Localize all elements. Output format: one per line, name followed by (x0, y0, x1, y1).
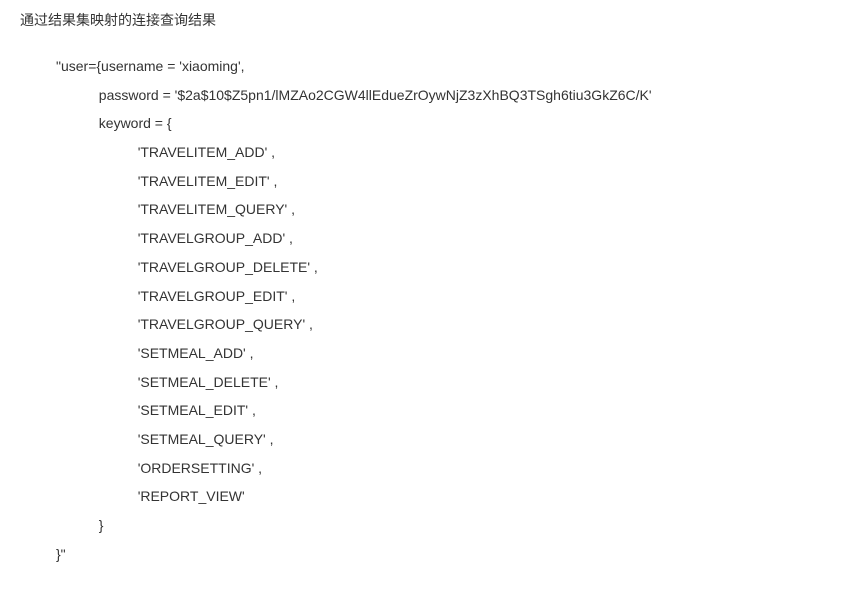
code-keyword-item: 'REPORT_VIEW' (56, 488, 245, 504)
code-line-user-close: }" (56, 546, 66, 562)
code-keyword-item: 'TRAVELGROUP_ADD' , (56, 230, 293, 246)
code-keyword-item: 'SETMEAL_QUERY' , (56, 431, 273, 447)
code-keyword-item: 'TRAVELGROUP_DELETE' , (56, 259, 318, 275)
code-keyword-item: 'TRAVELITEM_EDIT' , (56, 173, 277, 189)
code-keyword-item: 'TRAVELITEM_QUERY' , (56, 201, 295, 217)
keyword-value: 'ORDERSETTING' , (138, 460, 262, 476)
code-line-keyword-close: } (56, 517, 103, 533)
code-keyword-item: 'SETMEAL_EDIT' , (56, 402, 256, 418)
code-output: "user={username = 'xiaoming', password =… (20, 52, 841, 568)
code-keyword-item: 'ORDERSETTING' , (56, 460, 262, 476)
keyword-value: 'TRAVELGROUP_ADD' , (138, 230, 293, 246)
section-heading: 通过结果集映射的连接查询结果 (20, 10, 841, 30)
keyword-value: 'TRAVELGROUP_QUERY' , (138, 316, 313, 332)
keyword-value: 'SETMEAL_ADD' , (138, 345, 254, 361)
keyword-value: 'SETMEAL_DELETE' , (138, 374, 279, 390)
keyword-value: 'SETMEAL_EDIT' , (138, 402, 256, 418)
keyword-value: 'TRAVELGROUP_DELETE' , (138, 259, 318, 275)
code-line-password: password = '$2a$10$Z5pn1/lMZAo2CGW4llEdu… (56, 87, 652, 103)
keyword-value: 'TRAVELITEM_QUERY' , (138, 201, 295, 217)
keyword-value: 'REPORT_VIEW' (138, 488, 245, 504)
code-keyword-item: 'SETMEAL_ADD' , (56, 345, 254, 361)
keyword-value: 'TRAVELITEM_EDIT' , (138, 173, 278, 189)
code-keyword-item: 'TRAVELITEM_ADD' , (56, 144, 275, 160)
code-keyword-item: 'TRAVELGROUP_QUERY' , (56, 316, 313, 332)
code-keyword-item: 'SETMEAL_DELETE' , (56, 374, 278, 390)
code-line-keyword-open: keyword = { (56, 115, 172, 131)
keyword-value: 'TRAVELITEM_ADD' , (138, 144, 275, 160)
keyword-value: 'TRAVELGROUP_EDIT' , (138, 288, 296, 304)
keyword-value: 'SETMEAL_QUERY' , (138, 431, 274, 447)
code-keyword-item: 'TRAVELGROUP_EDIT' , (56, 288, 295, 304)
code-line-user-open: "user={username = 'xiaoming', (56, 58, 245, 74)
